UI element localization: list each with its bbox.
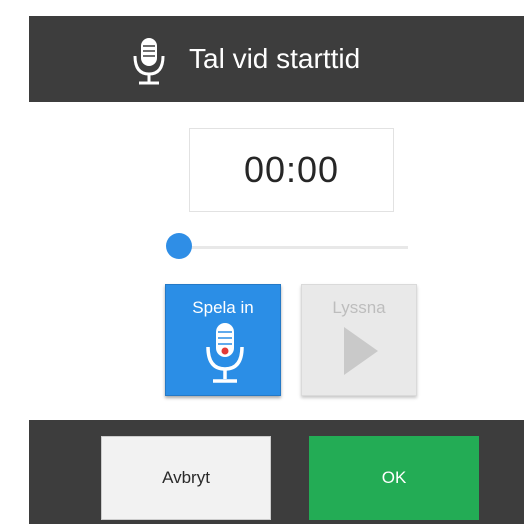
ok-button-label: OK [381, 468, 407, 487]
record-dialog: Tal vid starttid 00:00 Spela in Lyssna A… [29, 16, 524, 524]
record-button[interactable]: Spela in [165, 284, 281, 396]
microphone-icon [133, 38, 165, 85]
dialog-header: Tal vid starttid [29, 16, 524, 102]
cancel-button-label: Avbryt [162, 468, 210, 487]
dialog-title: Tal vid starttid [189, 43, 361, 74]
listen-button-label: Lyssna [332, 298, 386, 317]
cancel-button[interactable]: Avbryt [101, 436, 271, 520]
play-icon [344, 327, 378, 375]
dialog-footer: Avbryt OK [29, 420, 524, 524]
ok-button[interactable]: OK [309, 436, 479, 520]
record-button-label: Spela in [192, 298, 254, 317]
time-display-text: 00:00 [243, 149, 340, 190]
slider-thumb[interactable] [166, 233, 192, 259]
microphone-record-icon [206, 323, 244, 383]
slider-track [176, 246, 408, 249]
time-display: 00:00 [189, 128, 394, 212]
listen-button[interactable]: Lyssna [301, 284, 417, 396]
playback-slider[interactable] [166, 232, 411, 262]
dialog-body: 00:00 Spela in Lyssna [29, 102, 524, 420]
